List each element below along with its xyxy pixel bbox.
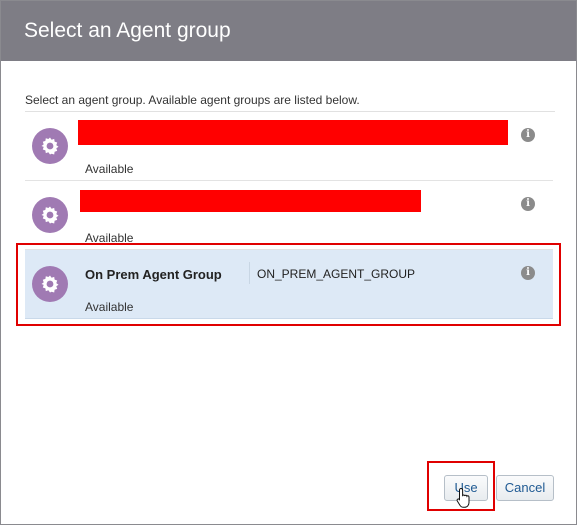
- selection-highlight-annotation: [16, 243, 561, 326]
- gear-icon: [32, 128, 68, 164]
- cancel-button[interactable]: Cancel: [496, 475, 554, 501]
- agent-group-row[interactable]: Available i: [25, 112, 553, 181]
- gear-icon: [32, 197, 68, 233]
- select-agent-group-dialog: Select an Agent group Select an agent gr…: [0, 0, 577, 525]
- dialog-header: Select an Agent group: [1, 1, 576, 61]
- agent-group-status: Available: [85, 162, 134, 176]
- redacted-name: [78, 120, 508, 145]
- dialog-instructions: Select an agent group. Available agent g…: [25, 93, 360, 107]
- info-icon[interactable]: i: [521, 128, 535, 142]
- agent-group-list: Available i Available i On Prem Agent Gr…: [25, 111, 555, 319]
- dialog-title: Select an Agent group: [24, 19, 231, 42]
- info-icon[interactable]: i: [521, 197, 535, 211]
- hand-cursor-icon: [456, 487, 470, 508]
- agent-group-row[interactable]: Available i: [25, 181, 553, 250]
- redacted-name: [80, 190, 421, 212]
